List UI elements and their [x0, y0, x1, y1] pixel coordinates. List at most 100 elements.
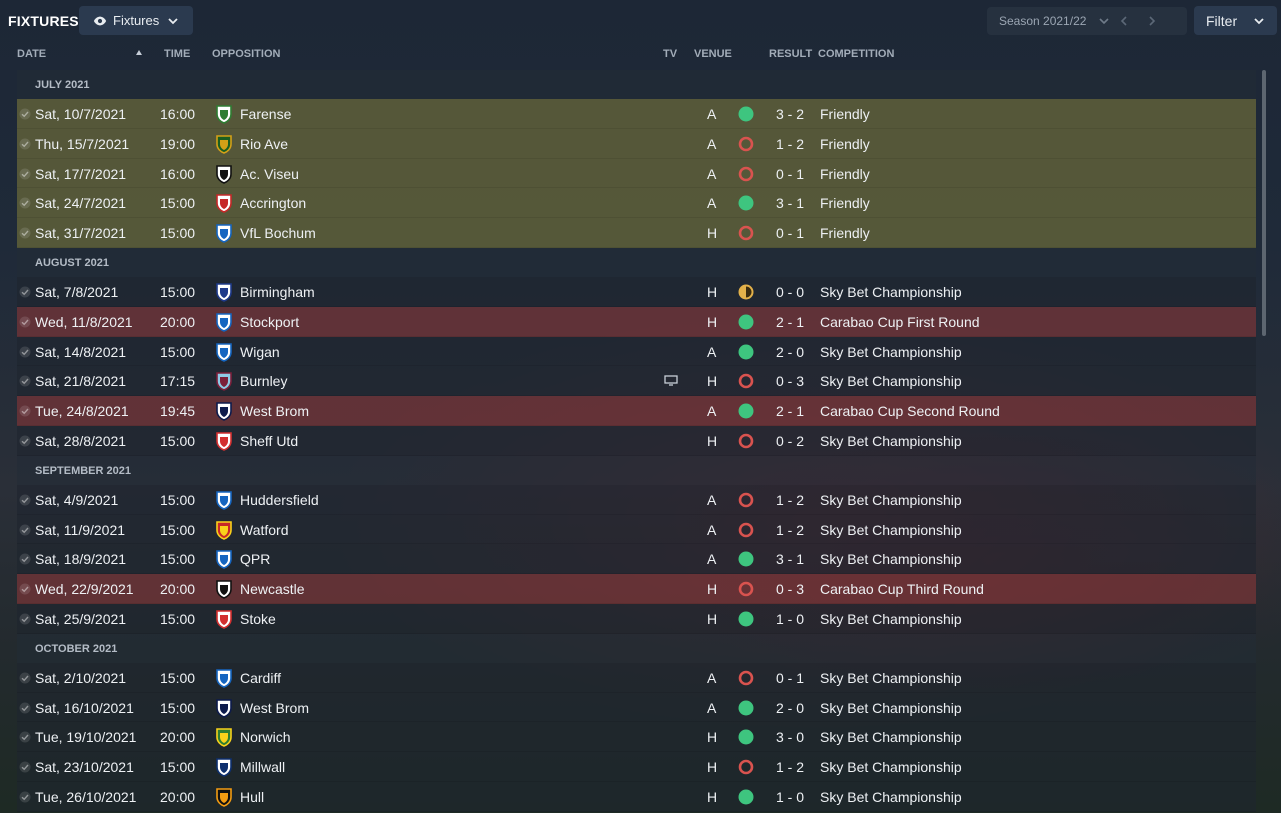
fixture-competition[interactable]: Sky Bet Championship [820, 729, 962, 745]
opposition-link[interactable]: Wigan [240, 344, 280, 360]
fixture-row[interactable]: Sat, 21/8/2021 17:15 Burnley H 0 - 3 Sky Bet … [17, 366, 1256, 397]
fixture-row[interactable]: Tue, 24/8/2021 19:45 West Brom A 2 - 1 Caraba… [17, 396, 1256, 426]
fixture-competition[interactable]: Sky Bet Championship [820, 284, 962, 300]
opposition-link[interactable]: Hull [240, 789, 264, 805]
fixture-row[interactable]: Wed, 11/8/2021 20:00 Stockport H 2 - 1 Caraba… [17, 306, 1256, 337]
fixture-row[interactable]: Sat, 28/8/2021 15:00 Sheff Utd H 0 - 2 Sky Be… [17, 425, 1256, 456]
fixture-score[interactable]: 0 - 1 [776, 670, 804, 686]
played-check-icon [19, 138, 31, 150]
fixture-row[interactable]: Tue, 19/10/2021 20:00 Norwich H 3 - 0 Sky Bet… [17, 722, 1256, 753]
fixture-competition[interactable]: Carabao Cup Third Round [820, 581, 984, 597]
fixture-competition[interactable]: Friendly [820, 136, 870, 152]
fixture-competition[interactable]: Friendly [820, 106, 870, 122]
view-selector-button[interactable]: Fixtures [79, 6, 193, 35]
fixture-competition[interactable]: Sky Bet Championship [820, 789, 962, 805]
fixture-score[interactable]: 2 - 1 [776, 314, 804, 330]
fixture-competition[interactable]: Sky Bet Championship [820, 344, 962, 360]
fixture-score[interactable]: 1 - 0 [776, 611, 804, 627]
opposition-link[interactable]: Norwich [240, 729, 291, 745]
opposition-link[interactable]: Millwall [240, 759, 285, 775]
fixture-row[interactable]: Sat, 31/7/2021 15:00 VfL Bochum H 0 - 1 Frien… [17, 218, 1256, 248]
opposition-link[interactable]: Cardiff [240, 670, 281, 686]
fixture-competition[interactable]: Sky Bet Championship [820, 670, 962, 686]
fixture-row[interactable]: Tue, 26/10/2021 20:00 Hull H 1 - 0 Sky Bet Ch… [17, 781, 1256, 812]
column-header-date[interactable]: DATE [17, 48, 46, 60]
fixture-score[interactable]: 1 - 2 [776, 492, 804, 508]
fixture-score[interactable]: 3 - 0 [776, 729, 804, 745]
fixture-score[interactable]: 0 - 1 [776, 166, 804, 182]
fixture-competition[interactable]: Friendly [820, 166, 870, 182]
opposition-link[interactable]: Ac. Viseu [240, 166, 299, 182]
fixture-row[interactable]: Sat, 23/10/2021 15:00 Millwall H 1 - 2 Sky Be… [17, 752, 1256, 782]
fixture-competition[interactable]: Sky Bet Championship [820, 551, 962, 567]
fixture-competition[interactable]: Friendly [820, 195, 870, 211]
fixture-score[interactable]: 0 - 1 [776, 225, 804, 241]
opposition-link[interactable]: Stockport [240, 314, 299, 330]
column-header-competition[interactable]: COMPETITION [818, 48, 894, 60]
opposition-link[interactable]: Watford [240, 522, 289, 538]
fixture-row[interactable]: Wed, 22/9/2021 20:00 Newcastle H 0 - 3 Caraba… [17, 574, 1256, 604]
fixture-score[interactable]: 3 - 1 [776, 551, 804, 567]
filter-button[interactable]: Filter [1194, 6, 1277, 35]
fixture-row[interactable]: Thu, 15/7/2021 19:00 Rio Ave A 1 - 2 Friendly [17, 128, 1256, 159]
column-header-result[interactable]: RESULT [769, 48, 812, 60]
opposition-link[interactable]: Rio Ave [240, 136, 288, 152]
fixture-time: 15:00 [160, 343, 196, 360]
fixture-score[interactable]: 0 - 0 [776, 284, 804, 300]
fixture-competition[interactable]: Sky Bet Championship [820, 433, 962, 449]
fixture-score[interactable]: 0 - 3 [776, 581, 804, 597]
column-header-time[interactable]: TIME [164, 48, 190, 60]
fixture-competition[interactable]: Carabao Cup First Round [820, 314, 980, 330]
opposition-link[interactable]: Burnley [240, 373, 287, 389]
opposition-link[interactable]: West Brom [240, 403, 309, 419]
fixture-score[interactable]: 3 - 1 [776, 195, 804, 211]
opposition-link[interactable]: West Brom [240, 700, 309, 716]
fixture-competition[interactable]: Friendly [820, 225, 870, 241]
fixture-row[interactable]: Sat, 25/9/2021 15:00 Stoke H 1 - 0 Sky Bet Ch… [17, 603, 1256, 634]
fixture-competition[interactable]: Sky Bet Championship [820, 492, 962, 508]
fixture-row[interactable]: Sat, 11/9/2021 15:00 Watford A 1 - 2 Sky Bet … [17, 514, 1256, 545]
fixture-competition[interactable]: Sky Bet Championship [820, 759, 962, 775]
opposition-link[interactable]: Huddersfield [240, 492, 319, 508]
opposition-link[interactable]: Sheff Utd [240, 433, 298, 449]
fixture-row[interactable]: Sat, 10/7/2021 16:00 Farense A 3 - 2 Friendly [17, 99, 1256, 129]
fixture-row[interactable]: Sat, 18/9/2021 15:00 QPR A 3 - 1 Sky Bet Cham… [17, 544, 1256, 575]
fixture-row[interactable]: Sat, 2/10/2021 15:00 Cardiff A 0 - 1 Sky Bet … [17, 662, 1256, 693]
fixture-competition[interactable]: Sky Bet Championship [820, 700, 962, 716]
opposition-link[interactable]: Newcastle [240, 581, 305, 597]
fixture-competition[interactable]: Carabao Cup Second Round [820, 403, 1000, 419]
opposition-link[interactable]: Farense [240, 106, 291, 122]
fixture-row[interactable]: Sat, 16/10/2021 15:00 West Brom A 2 - 0 Sky B… [17, 692, 1256, 723]
fixture-score[interactable]: 0 - 3 [776, 373, 804, 389]
opposition-link[interactable]: QPR [240, 551, 270, 567]
fixture-row[interactable]: Sat, 7/8/2021 15:00 Birmingham H 0 - 0 Sky Be… [17, 276, 1256, 307]
club-crest-icon [216, 432, 232, 451]
column-header-opposition[interactable]: OPPOSITION [212, 48, 280, 60]
fixture-score[interactable]: 1 - 2 [776, 522, 804, 538]
fixture-competition[interactable]: Sky Bet Championship [820, 611, 962, 627]
opposition-link[interactable]: Accrington [240, 195, 306, 211]
fixture-row[interactable]: Sat, 17/7/2021 16:00 Ac. Viseu A 0 - 1 Friend… [17, 158, 1256, 189]
column-header-tv[interactable]: TV [663, 48, 677, 60]
column-header-venue[interactable]: VENUE [694, 48, 732, 60]
fixture-score[interactable]: 0 - 2 [776, 433, 804, 449]
fixture-competition[interactable]: Sky Bet Championship [820, 522, 962, 538]
fixture-score[interactable]: 1 - 0 [776, 789, 804, 805]
fixture-row[interactable]: Sat, 4/9/2021 15:00 Huddersfield A 1 - 2 Sky … [17, 484, 1256, 515]
opposition-link[interactable]: VfL Bochum [240, 225, 316, 241]
fixture-score[interactable]: 1 - 2 [776, 136, 804, 152]
opposition-link[interactable]: Stoke [240, 611, 276, 627]
fixture-row[interactable]: Sat, 24/7/2021 15:00 Accrington A 3 - 1 Frien… [17, 188, 1256, 219]
fixture-competition[interactable]: Sky Bet Championship [820, 373, 962, 389]
opposition-link[interactable]: Birmingham [240, 284, 315, 300]
fixture-score[interactable]: 1 - 2 [776, 759, 804, 775]
fixture-score[interactable]: 2 - 0 [776, 700, 804, 716]
season-selector[interactable]: Season 2021/22 [987, 7, 1187, 35]
fixture-score[interactable]: 2 - 0 [776, 344, 804, 360]
fixture-score[interactable]: 3 - 2 [776, 106, 804, 122]
scrollbar[interactable] [1262, 70, 1266, 336]
previous-season-button[interactable] [1110, 7, 1138, 35]
next-season-button[interactable] [1138, 7, 1166, 35]
fixture-row[interactable]: Sat, 14/8/2021 15:00 Wigan A 2 - 0 Sky Bet Ch… [17, 336, 1256, 367]
fixture-score[interactable]: 2 - 1 [776, 403, 804, 419]
